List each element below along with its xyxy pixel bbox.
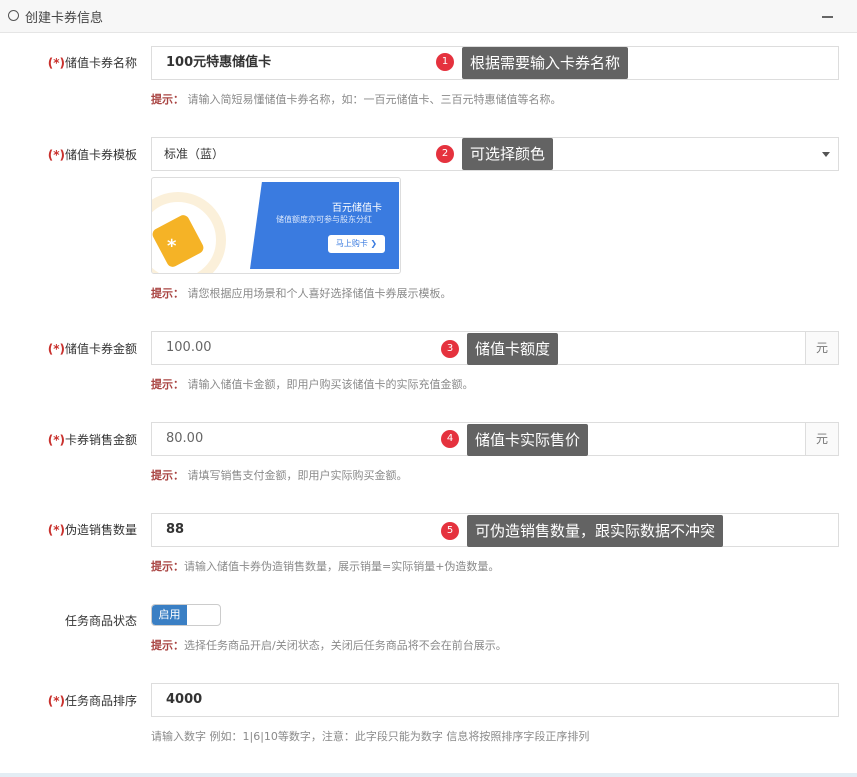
hint-label: 提示： — [151, 469, 184, 482]
sort-label: (*)任务商品排序 — [20, 692, 137, 709]
price-unit: 元 — [805, 422, 839, 456]
preview-card-subtitle: 储值额度亦可参与股东分红 — [276, 215, 372, 224]
hint-text: 请输入储值卡券伪造销售数量，展示销量=实际销量+伪造数量。 — [184, 560, 500, 573]
hint-text: 请填写销售支付金额，即用户实际购买金额。 — [187, 469, 408, 482]
required-mark: (*) — [47, 694, 65, 708]
required-mark: (*) — [47, 56, 65, 70]
sort-hint: 请输入数字 例如：1|6|10等数字，注意：此字段只能为数字 信息将按照排序字段… — [151, 730, 590, 743]
panel-title: 创建卡券信息 — [25, 11, 104, 26]
fake-sales-label-text: 伪造销售数量 — [64, 523, 137, 537]
template-hint: 提示： 请您根据应用场景和个人喜好选择储值卡券展示模板。 — [151, 285, 452, 301]
preview-buy-button: 马上购卡 ❯ — [328, 235, 385, 253]
annotation-badge-5: 5 — [441, 522, 459, 540]
status-label: 任务商品状态 — [64, 614, 137, 628]
sort-input[interactable]: 4000 — [151, 683, 839, 717]
chevron-down-icon — [822, 152, 830, 157]
coin-mark: ⁎ — [167, 231, 177, 252]
name-label: (*)储值卡券名称 — [20, 54, 137, 71]
bottom-divider — [0, 773, 857, 777]
hint-label: 提示： — [151, 378, 184, 391]
hint-text: 选择任务商品开启/关闭状态，关闭后任务商品将不会在前台展示。 — [184, 639, 507, 652]
annotation-badge-3: 3 — [441, 340, 459, 358]
annotation-tip-3: 储值卡额度 — [467, 333, 559, 365]
status-toggle[interactable]: 启用 — [151, 604, 221, 626]
hint-label: 提示： — [151, 93, 184, 106]
annotation-badge-4: 4 — [441, 430, 459, 448]
template-label: (*)储值卡券模板 — [20, 146, 137, 163]
annotation-tip-2: 可选择颜色 — [462, 138, 554, 170]
status-toggle-on: 启用 — [152, 605, 187, 625]
amount-unit: 元 — [805, 331, 839, 365]
fake-sales-label: (*)伪造销售数量 — [20, 521, 137, 538]
required-mark: (*) — [47, 342, 65, 356]
price-label-text: 卡券销售金额 — [64, 433, 137, 447]
circle-icon — [8, 10, 19, 21]
annotation-badge-1: 1 — [436, 53, 454, 71]
template-preview: ⁎ 百元储值卡 储值额度亦可参与股东分红 马上购卡 ❯ — [151, 177, 401, 274]
annotation-tip-4: 储值卡实际售价 — [467, 424, 589, 456]
name-hint: 提示： 请输入简短易懂储值卡券名称，如：一百元储值卡、三百元特惠储值等名称。 — [151, 91, 562, 107]
name-label-text: 储值卡券名称 — [64, 56, 137, 70]
panel-header: 创建卡券信息 — [0, 0, 857, 33]
template-label-text: 储值卡券模板 — [64, 148, 137, 162]
hint-text: 请输入简短易懂储值卡券名称，如：一百元储值卡、三百元特惠储值等名称。 — [187, 93, 562, 106]
required-mark: (*) — [47, 148, 65, 162]
status-hint: 提示：选择任务商品开启/关闭状态，关闭后任务商品将不会在前台展示。 — [151, 637, 507, 653]
sort-label-text: 任务商品排序 — [64, 694, 137, 708]
card-background — [250, 182, 399, 269]
amount-hint: 提示： 请输入储值卡金额，即用户购买该储值卡的实际充值金额。 — [151, 376, 474, 392]
required-mark: (*) — [47, 433, 65, 447]
collapse-icon[interactable] — [822, 16, 833, 18]
hint-label: 提示： — [151, 639, 184, 652]
amount-label-text: 储值卡券金额 — [64, 342, 137, 356]
hint-text: 请输入储值卡金额，即用户购买该储值卡的实际充值金额。 — [187, 378, 474, 391]
fake-sales-hint: 提示：请输入储值卡券伪造销售数量，展示销量=实际销量+伪造数量。 — [151, 558, 499, 574]
amount-label: (*)储值卡券金额 — [20, 340, 137, 357]
price-label: (*)卡券销售金额 — [20, 431, 137, 448]
annotation-tip-5: 可伪造销售数量，跟实际数据不冲突 — [467, 515, 724, 547]
preview-card-title: 百元储值卡 — [332, 203, 382, 214]
template-select-value: 标准（蓝） — [164, 147, 225, 161]
price-hint: 提示： 请填写销售支付金额，即用户实际购买金额。 — [151, 467, 408, 483]
hint-text: 请您根据应用场景和个人喜好选择储值卡券展示模板。 — [187, 287, 452, 300]
annotation-badge-2: 2 — [436, 145, 454, 163]
hint-label: 提示： — [151, 560, 184, 573]
hint-label: 提示： — [151, 287, 184, 300]
annotation-tip-1: 根据需要输入卡券名称 — [462, 47, 629, 79]
required-mark: (*) — [47, 523, 65, 537]
